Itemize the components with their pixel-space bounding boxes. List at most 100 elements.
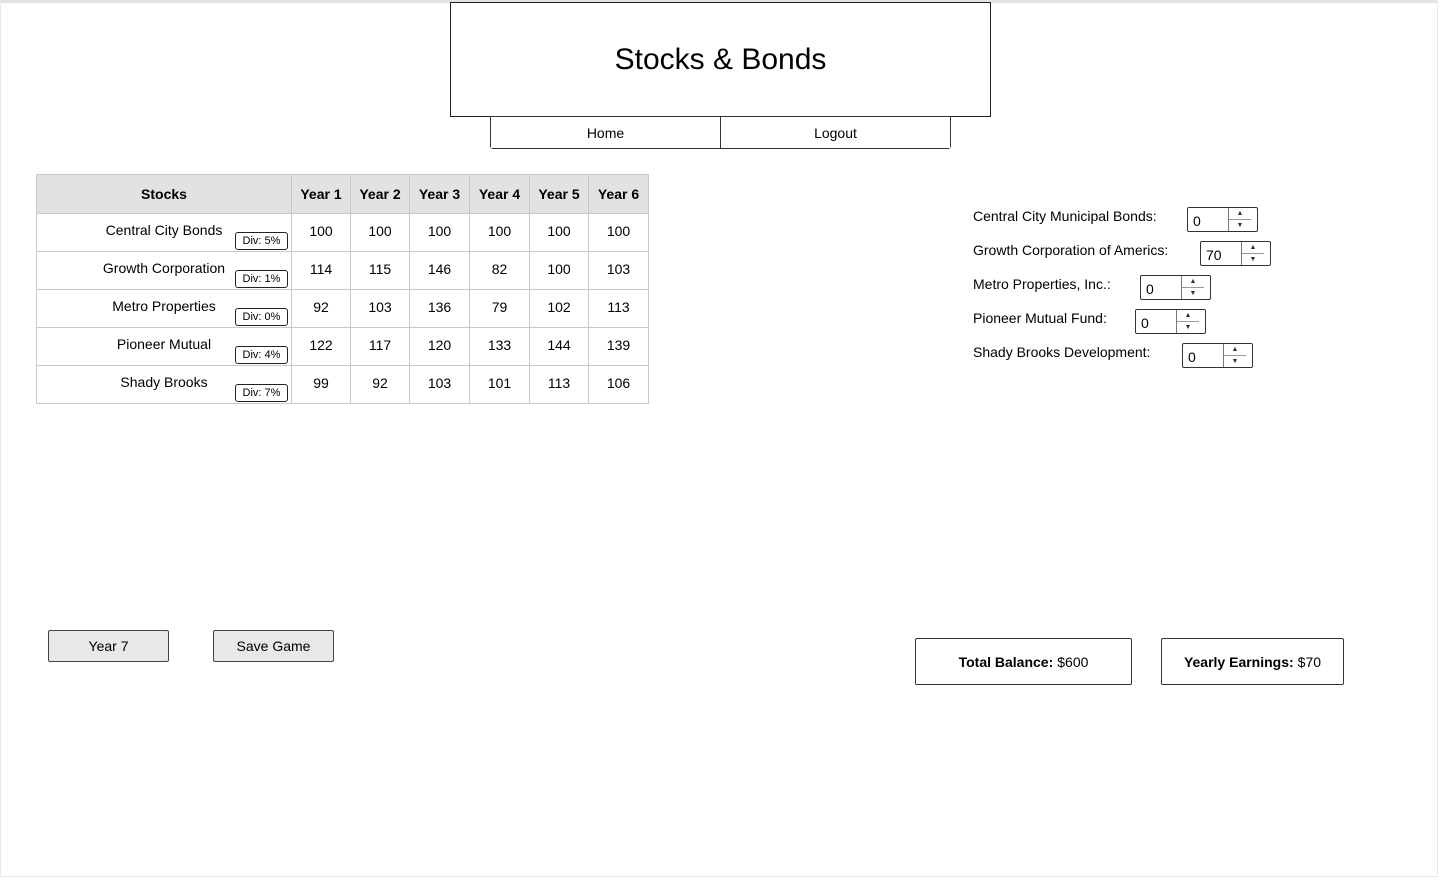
yearly-earnings-value: $70	[1297, 653, 1322, 670]
yearly-earnings-label: Yearly Earnings:	[1183, 653, 1294, 670]
price-cell: 101	[469, 365, 530, 404]
table-header-row: Stocks Year 1 Year 2 Year 3 Year 4 Year …	[36, 174, 649, 214]
price-cell: 100	[469, 213, 530, 252]
next-year-button[interactable]: Year 7	[48, 630, 169, 662]
stock-name: Central City Bonds	[105, 221, 223, 238]
chevron-up-icon[interactable]: ▲	[1177, 310, 1199, 321]
price-cell: 144	[529, 327, 589, 366]
chevron-up-icon[interactable]: ▲	[1242, 242, 1264, 253]
price-cell: 133	[469, 327, 530, 366]
dividend-badge: Div: 4%	[235, 346, 288, 364]
home-button[interactable]: Home	[491, 117, 720, 148]
dividend-badge: Div: 5%	[235, 232, 288, 250]
investment-label: Shady Brooks Development:	[973, 344, 1151, 360]
price-cell: 100	[529, 213, 589, 252]
chevron-up-icon[interactable]: ▲	[1224, 344, 1246, 355]
price-cell: 114	[291, 251, 351, 290]
price-cell: 106	[588, 365, 649, 404]
table-row: Growth Corporation Div: 1% 114 115 146 8…	[36, 251, 649, 290]
table-row: Central City Bonds Div: 5% 100 100 100 1…	[36, 213, 649, 252]
investment-label: Metro Properties, Inc.:	[973, 276, 1111, 292]
total-balance-value: $600	[1057, 653, 1089, 670]
yearly-earnings-box: Yearly Earnings: $70	[1161, 638, 1344, 685]
stock-name-cell: Central City Bonds Div: 5%	[36, 213, 292, 252]
price-cell: 122	[291, 327, 351, 366]
quantity-input[interactable]	[1183, 344, 1223, 367]
price-cell: 115	[350, 251, 410, 290]
price-cell: 92	[350, 365, 410, 404]
nav-bar: Home Logout	[490, 116, 951, 149]
price-cell: 100	[588, 213, 649, 252]
year-column-header: Year 1	[291, 174, 351, 214]
investment-row: Central City Municipal Bonds:	[973, 208, 1157, 224]
table-row: Shady Brooks Div: 7% 99 92 103 101 113 1…	[36, 365, 649, 404]
dividend-badge: Div: 0%	[235, 308, 288, 326]
chevron-up-icon[interactable]: ▲	[1182, 276, 1204, 287]
price-cell: 82	[469, 251, 530, 290]
investment-row: Metro Properties, Inc.:	[973, 276, 1111, 292]
stock-name: Pioneer Mutual	[116, 335, 212, 352]
price-cell: 113	[529, 365, 589, 404]
stocks-column-header: Stocks	[36, 174, 292, 214]
dividend-badge: Div: 1%	[235, 270, 288, 288]
dividend-badge: Div: 7%	[235, 384, 288, 402]
total-balance-label: Total Balance:	[958, 653, 1054, 670]
quantity-input[interactable]	[1136, 310, 1176, 333]
stock-name: Growth Corporation	[102, 259, 226, 276]
price-cell: 103	[350, 289, 410, 328]
chevron-up-icon[interactable]: ▲	[1229, 208, 1251, 219]
stocks-table: Stocks Year 1 Year 2 Year 3 Year 4 Year …	[36, 174, 649, 404]
investment-row: Pioneer Mutual Fund:	[973, 310, 1107, 326]
year-column-header: Year 5	[529, 174, 589, 214]
price-cell: 103	[409, 365, 470, 404]
investment-label: Central City Municipal Bonds:	[973, 208, 1157, 224]
price-cell: 146	[409, 251, 470, 290]
year-column-header: Year 4	[469, 174, 530, 214]
chevron-down-icon[interactable]: ▼	[1242, 253, 1264, 265]
investment-label: Growth Corporation of Americs:	[973, 242, 1169, 258]
price-cell: 99	[291, 365, 351, 404]
quantity-input[interactable]	[1188, 208, 1228, 231]
price-cell: 100	[350, 213, 410, 252]
total-balance-box: Total Balance: $600	[915, 638, 1132, 685]
investment-row: Growth Corporation of Americs:	[973, 242, 1168, 258]
year-column-header: Year 2	[350, 174, 410, 214]
stock-name-cell: Metro Properties Div: 0%	[36, 289, 292, 328]
stock-name-cell: Shady Brooks Div: 7%	[36, 365, 292, 404]
price-cell: 92	[291, 289, 351, 328]
table-row: Metro Properties Div: 0% 92 103 136 79 1…	[36, 289, 649, 328]
chevron-down-icon[interactable]: ▼	[1177, 321, 1199, 333]
chevron-down-icon[interactable]: ▼	[1229, 219, 1251, 231]
table-row: Pioneer Mutual Div: 4% 122 117 120 133 1…	[36, 327, 649, 366]
investment-label: Pioneer Mutual Fund:	[973, 310, 1107, 326]
quantity-stepper[interactable]: ▲ ▼	[1135, 309, 1206, 334]
stock-name-cell: Growth Corporation Div: 1%	[36, 251, 292, 290]
save-game-button[interactable]: Save Game	[213, 630, 334, 662]
stock-name-cell: Pioneer Mutual Div: 4%	[36, 327, 292, 366]
chevron-down-icon[interactable]: ▼	[1182, 287, 1204, 299]
year-column-header: Year 3	[409, 174, 470, 214]
price-cell: 113	[588, 289, 649, 328]
quantity-stepper[interactable]: ▲ ▼	[1200, 241, 1271, 266]
price-cell: 79	[469, 289, 530, 328]
year-column-header: Year 6	[588, 174, 649, 214]
quantity-stepper[interactable]: ▲ ▼	[1140, 275, 1211, 300]
quantity-stepper[interactable]: ▲ ▼	[1187, 207, 1258, 232]
price-cell: 100	[291, 213, 351, 252]
quantity-input[interactable]	[1201, 242, 1241, 265]
investment-row: Shady Brooks Development:	[973, 344, 1150, 360]
stock-name: Shady Brooks	[120, 373, 208, 390]
quantity-input[interactable]	[1141, 276, 1181, 299]
price-cell: 136	[409, 289, 470, 328]
page-title: Stocks & Bonds	[450, 2, 991, 117]
quantity-stepper[interactable]: ▲ ▼	[1182, 343, 1253, 368]
logout-button[interactable]: Logout	[720, 117, 950, 148]
chevron-down-icon[interactable]: ▼	[1224, 355, 1246, 367]
price-cell: 102	[529, 289, 589, 328]
stock-name: Metro Properties	[112, 297, 216, 314]
price-cell: 100	[409, 213, 470, 252]
price-cell: 103	[588, 251, 649, 290]
price-cell: 100	[529, 251, 589, 290]
price-cell: 120	[409, 327, 470, 366]
price-cell: 117	[350, 327, 410, 366]
